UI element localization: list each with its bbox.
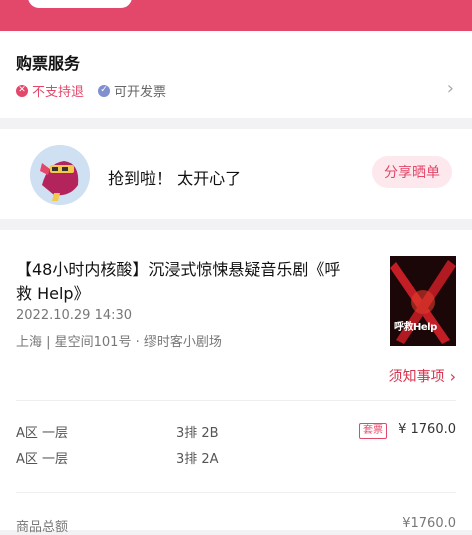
invoice-tag: ✓ 可开发票 <box>98 81 166 100</box>
service-tags: ✕ 不支持退 ✓ 可开发票 <box>16 81 180 100</box>
mascot-avatar <box>30 145 90 205</box>
invoice-label: 可开发票 <box>114 85 167 100</box>
total-label: 商品总额 <box>16 520 69 535</box>
ticket-row: A区 一层 3排 2B 套票 ¥ 1760.0 <box>16 422 456 442</box>
show-venue: 上海 | 星空间101号 · 缪时客小剧场 <box>16 335 222 350</box>
header-bar <box>0 0 472 31</box>
seat-position: 3排 2A <box>176 452 219 467</box>
share-message: 抢到啦！ 太开心了 <box>108 169 242 188</box>
share-button[interactable]: 分享晒单 <box>372 156 452 188</box>
poster-text: 呼救Help <box>394 322 437 333</box>
check-circle-icon: ✓ <box>98 84 111 97</box>
chevron-right-icon[interactable]: › <box>447 78 454 99</box>
no-refund-label: 不支持退 <box>32 85 85 100</box>
package-badge: 套票 <box>359 423 387 439</box>
header-pill <box>28 0 132 8</box>
seat-area: A区 一层 <box>16 426 69 441</box>
no-refund-tag: ✕ 不支持退 <box>16 81 84 100</box>
ticket-row: A区 一层 3排 2A <box>16 448 456 468</box>
ticket-service-card[interactable]: 购票服务 ✕ 不支持退 ✓ 可开发票 › <box>0 31 472 118</box>
notice-label: 须知事项 <box>388 369 445 385</box>
service-title: 购票服务 <box>16 54 81 73</box>
show-poster[interactable]: 呼救Help <box>390 256 456 346</box>
notice-link[interactable]: 须知事项 › <box>389 366 456 386</box>
seat-area: A区 一层 <box>16 452 69 467</box>
divider <box>16 492 456 493</box>
chevron-right-icon: › <box>449 366 456 386</box>
cross-circle-icon: ✕ <box>16 84 28 97</box>
total-row: 商品总额 ¥1760.0 <box>16 516 456 535</box>
divider <box>16 400 456 401</box>
seat-position: 3排 2B <box>176 426 219 441</box>
show-title[interactable]: 【48小时内核酸】沉浸式惊悚悬疑音乐剧《呼救 Help》 <box>16 258 356 306</box>
total-value: ¥1760.0 <box>402 516 456 531</box>
order-card: 【48小时内核酸】沉浸式惊悚悬疑音乐剧《呼救 Help》 2022.10.29 … <box>0 230 472 535</box>
show-datetime: 2022.10.29 14:30 <box>16 308 133 323</box>
ticket-price: ¥ 1760.0 <box>398 422 456 437</box>
share-card: 抢到啦！ 太开心了 分享晒单 <box>0 129 472 219</box>
